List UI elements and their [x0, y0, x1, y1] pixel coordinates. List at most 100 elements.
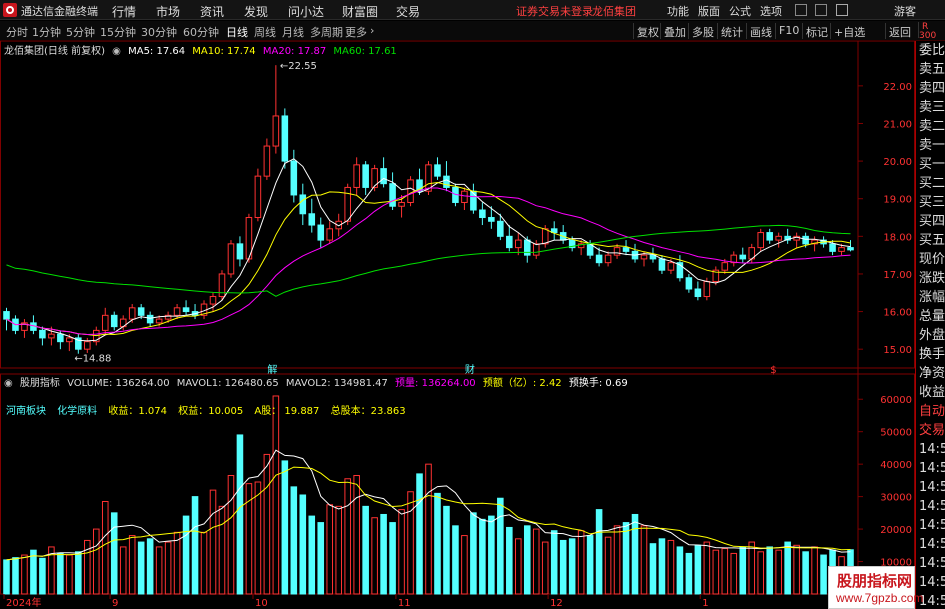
- volume-bar-up: [227, 475, 235, 595]
- restore-icon[interactable]: [815, 4, 827, 16]
- sidebar-item-28: 14:56: [919, 575, 945, 590]
- minimize-icon[interactable]: [795, 4, 807, 16]
- volume-bar-up: [811, 546, 818, 595]
- sidebar-item-19[interactable]: 自动: [916, 402, 945, 421]
- menu-assistant[interactable]: 问小达: [288, 3, 324, 20]
- add-watchlist-button[interactable]: +自选: [830, 23, 868, 39]
- quote-sidebar: 委比 卖五 卖四 卖三 卖二 卖一 买一 买二 买三 买四 买五 现价 涨跌 涨幅 总量 外盘 换手 净资 收益 自动…: [915, 41, 945, 609]
- close-icon[interactable]: [836, 4, 848, 16]
- menu-quotes[interactable]: 行情: [112, 3, 136, 20]
- volume-bar-up: [263, 453, 271, 595]
- volume-bar-down: [523, 525, 531, 595]
- f10-button[interactable]: F10: [775, 23, 802, 39]
- volume-bar-up: [66, 554, 73, 595]
- statistics-button[interactable]: 统计: [717, 23, 746, 39]
- sidebar-item-1: 卖五: [919, 62, 945, 77]
- candle-down: [299, 194, 307, 215]
- volume-bar-down: [299, 494, 307, 595]
- total-shares-label: 总股本：23.863: [330, 406, 406, 417]
- candle-down: [281, 115, 289, 162]
- candle-up: [155, 318, 163, 324]
- tab-60min[interactable]: 60分钟: [183, 24, 219, 40]
- volume-bar-down: [470, 512, 477, 595]
- tab-1min[interactable]: 1分钟: [32, 24, 61, 40]
- menu-wealth-circle[interactable]: 财富圈: [342, 3, 378, 20]
- menu-bar: 通达信金融终端 行情 市场 资讯 发现 问小达 财富圈 交易 证券交易未登录 龙…: [0, 0, 945, 20]
- app-title: 通达信金融终端: [21, 5, 98, 18]
- volume-bar-down: [3, 559, 10, 595]
- menu-trade[interactable]: 交易: [396, 3, 420, 20]
- site-watermark: 股朋指标网 www.7gpzb.com: [828, 566, 923, 609]
- tab-weekly[interactable]: 周线: [254, 24, 276, 40]
- settings-circle-icon[interactable]: ◉: [112, 46, 121, 57]
- industry-label: 化学原料: [57, 406, 98, 417]
- candle-down: [380, 168, 387, 185]
- candle-up: [721, 262, 729, 271]
- volume-bar-up: [712, 549, 720, 595]
- menu-news[interactable]: 资讯: [200, 3, 224, 20]
- menu-formula[interactable]: 公式: [729, 3, 751, 19]
- forecast-volume: 预量: 136264.00: [395, 378, 476, 389]
- adjust-price-button[interactable]: 复权: [633, 23, 662, 39]
- volume-bar-up: [515, 538, 522, 595]
- volume-bar-up: [254, 481, 262, 595]
- candle-down: [694, 288, 702, 298]
- volume-bar-down: [452, 525, 459, 595]
- ma20-label: MA20: 17.87: [262, 46, 327, 57]
- settings-circle-icon[interactable]: ◉: [4, 378, 13, 389]
- tab-monthly[interactable]: 月线: [282, 24, 304, 40]
- sidebar-item-20[interactable]: 交易: [916, 421, 945, 440]
- volume-bar-down: [12, 557, 19, 595]
- chevron-right-icon[interactable]: ›: [370, 24, 374, 37]
- overlay-button[interactable]: 叠加: [660, 23, 689, 39]
- volume-bar-down: [191, 496, 199, 595]
- volume-bar-up: [407, 491, 414, 595]
- kline-chart[interactable]: 22.00 21.00 20.00 19.00 18.00 17.00 16.00 15.00…: [0, 41, 915, 609]
- login-warning[interactable]: 证券交易未登录: [516, 3, 593, 19]
- candle-up: [344, 186, 351, 222]
- volume-bar-up: [353, 475, 360, 595]
- back-button[interactable]: 返回: [885, 23, 914, 39]
- tab-daily[interactable]: 日线: [226, 24, 248, 40]
- tab-more[interactable]: 更多: [345, 24, 367, 40]
- draw-line-button[interactable]: 画线: [746, 23, 775, 39]
- volume-bar-down: [39, 557, 46, 595]
- menu-layout[interactable]: 版面: [698, 3, 720, 19]
- sidebar-item-9: 买四: [919, 214, 945, 229]
- volume-legend: ◉ 股朋指标 VOLUME: 136264.00 MAVOL1: 126480.…: [4, 374, 632, 389]
- sidebar-item-17: 净资: [919, 366, 945, 381]
- menu-function[interactable]: 功能: [667, 3, 689, 19]
- candle-down: [802, 235, 809, 245]
- volume-bar-up: [173, 531, 181, 595]
- multi-stock-button[interactable]: 多股: [688, 23, 717, 39]
- menu-discover[interactable]: 发现: [244, 3, 268, 20]
- volume-bar-down: [362, 505, 369, 595]
- menu-market[interactable]: 市场: [156, 3, 180, 20]
- candle-down: [739, 254, 747, 260]
- tab-intraday[interactable]: 分时: [6, 24, 28, 40]
- volume-bar-down: [57, 552, 64, 595]
- eps-label: 收益：1.074: [108, 406, 168, 417]
- candle-up: [604, 254, 612, 264]
- volume-bar-down: [434, 492, 441, 595]
- date-tick-label: 12: [550, 598, 563, 609]
- candle-down: [236, 243, 244, 260]
- candle-up: [703, 280, 711, 298]
- mark-button[interactable]: 标记: [802, 23, 831, 39]
- menu-options[interactable]: 选项: [760, 3, 782, 19]
- sidebar-item-11: 现价: [919, 252, 945, 267]
- app-window: 通达信金融终端 行情 市场 资讯 发现 问小达 财富圈 交易 证券交易未登录 龙…: [0, 0, 945, 609]
- volume-bar-down: [622, 522, 630, 595]
- volume-bar-down: [676, 546, 684, 595]
- price-legend: 龙佰集团(日线 前复权) ◉ MA5: 17.64 MA10: 17.74 MA…: [4, 42, 401, 57]
- tab-5min[interactable]: 5分钟: [66, 24, 95, 40]
- tab-multi-period[interactable]: 多周期: [310, 24, 343, 40]
- volume-bar-up: [92, 528, 100, 595]
- stock-fundamentals: 河南板块 化学原料 收益：1.074 权益：10.005 A股： 19.887 …: [6, 402, 414, 417]
- tab-15min[interactable]: 15分钟: [100, 24, 136, 40]
- sidebar-item-25: 14:56: [919, 518, 945, 533]
- guest-label[interactable]: 游客: [894, 3, 916, 19]
- tab-30min[interactable]: 30分钟: [141, 24, 177, 40]
- volume-bar-up: [398, 509, 405, 595]
- candle-up: [640, 254, 648, 260]
